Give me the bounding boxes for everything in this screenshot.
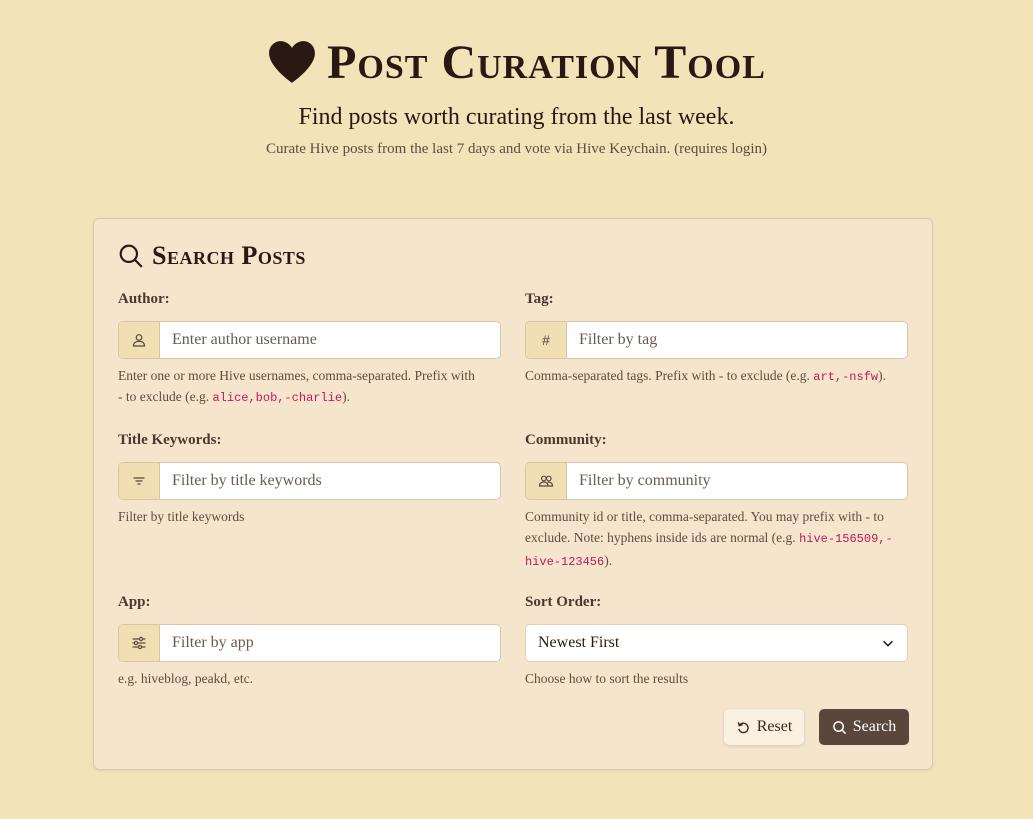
reset-icon	[737, 721, 749, 733]
search-card-heading: Search Posts	[152, 241, 306, 270]
author-help: Enter one or more Hive usernames, comma-…	[118, 368, 475, 405]
community-input[interactable]	[567, 463, 907, 499]
people-icon	[526, 463, 567, 499]
page-description: Curate Hive posts from the last 7 days a…	[265, 141, 768, 157]
title-keywords-input[interactable]	[160, 463, 500, 499]
search-card: Search Posts Author: Enter one or more H…	[93, 218, 933, 770]
tag-field-group: Tag: # Comma-separated tags. Prefix with…	[525, 289, 908, 388]
author-input[interactable]	[160, 322, 500, 358]
search-button[interactable]: Search	[819, 709, 909, 745]
sort-order-selected: Newest First	[538, 634, 620, 651]
sort-order-help: Choose how to sort the results	[525, 671, 689, 686]
app-label: App:	[118, 594, 151, 610]
app-help: e.g. hiveblog, peakd, etc.	[118, 671, 253, 686]
tag-input-group: #	[525, 321, 908, 359]
tag-label: Tag:	[525, 291, 554, 307]
community-help: Community id or title, comma-separated. …	[525, 509, 893, 569]
page-subtitle: Find posts worth curating from the last …	[298, 104, 735, 130]
author-field-group: Author: Enter one or more Hive usernames…	[118, 289, 501, 409]
title-row: Post Curation Tool	[0, 30, 1033, 94]
title-keywords-field-group: Title Keywords: Filter by title keywords	[118, 430, 501, 527]
title-keywords-help: Filter by title keywords	[118, 509, 245, 524]
user-icon	[119, 322, 160, 358]
heart-icon	[269, 41, 316, 83]
community-input-group	[525, 462, 908, 500]
hash-icon: #	[526, 322, 567, 358]
search-button-icon	[832, 720, 846, 734]
community-label: Community:	[525, 432, 607, 448]
app-title: Post Curation Tool	[327, 35, 766, 89]
page-header: Post Curation Tool Find posts worth cura…	[0, 30, 1033, 158]
sliders-icon	[119, 625, 160, 661]
title-keywords-input-group	[118, 462, 501, 500]
sort-order-field-group: Sort Order: Newest First Choose how to s…	[525, 592, 908, 689]
app-field-group: App: e.g. hiveblog, peakd, etc.	[118, 592, 501, 689]
chevron-down-icon	[883, 640, 893, 647]
reset-button[interactable]: Reset	[724, 709, 804, 745]
tag-example-code: art,-nsfw	[813, 370, 879, 384]
app-input-group	[118, 624, 501, 662]
title-keywords-label: Title Keywords:	[118, 432, 222, 448]
app-input[interactable]	[160, 625, 500, 661]
sort-order-label: Sort Order:	[525, 594, 602, 610]
author-example-code: alice,bob,-charlie	[212, 391, 343, 405]
reset-button-label: Reset	[756, 718, 793, 735]
author-label: Author:	[118, 291, 170, 307]
tag-help: Comma-separated tags. Prefix with - to e…	[525, 368, 886, 384]
search-button-label: Search	[852, 718, 897, 735]
search-card-title: Search Posts	[118, 241, 306, 271]
author-input-group	[118, 321, 501, 359]
search-icon	[119, 244, 143, 268]
sort-order-select[interactable]: Newest First	[525, 624, 908, 662]
filter-icon	[119, 463, 160, 499]
tag-input[interactable]	[567, 322, 907, 358]
community-field-group: Community: Community id or title, comma-…	[525, 430, 908, 573]
